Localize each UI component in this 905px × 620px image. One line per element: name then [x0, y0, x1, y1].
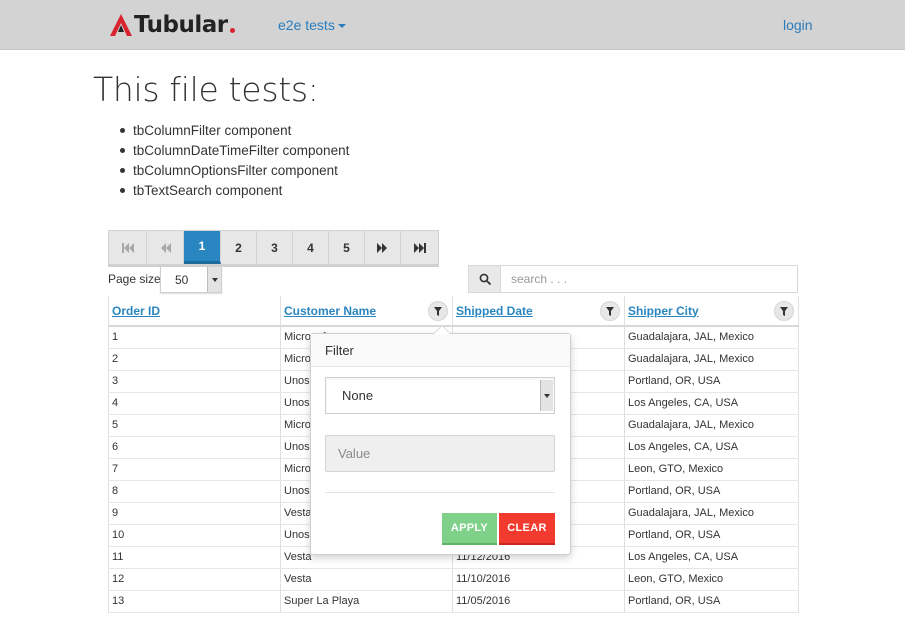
table-row: 13 Super La Playa 11/05/2016 Portland, OR, … [108, 590, 799, 613]
search-icon [479, 273, 491, 285]
page-size-dropdown-button[interactable] [207, 267, 221, 292]
table-cell: Portland, OR, USA [624, 480, 799, 503]
customer-name-filter-button[interactable] [428, 301, 448, 321]
table-cell: Guadalajara, JAL, Mexico [624, 348, 799, 371]
filter-operator-value: None [342, 388, 374, 403]
popover-title: Filter [311, 334, 570, 367]
first-page-icon [121, 242, 134, 253]
table-cell: Portland, OR, USA [624, 524, 799, 547]
chevron-down-icon [544, 393, 550, 398]
table-cell: 11 [108, 546, 281, 569]
filter-value-input[interactable] [325, 435, 555, 472]
table-cell: 3 [108, 370, 281, 393]
popover-arrow [433, 325, 451, 334]
table-cell: Los Angeles, CA, USA [624, 392, 799, 415]
column-header-shipper-city[interactable]: Shipper City [624, 296, 799, 327]
table-cell: Portland, OR, USA [624, 590, 799, 613]
last-page-icon [413, 242, 426, 253]
apply-button[interactable]: APPLY [442, 513, 497, 545]
filter-operator-dropdown-button[interactable] [540, 380, 553, 411]
column-header-customer-name[interactable]: Customer Name [280, 296, 453, 327]
e2e-tests-dropdown[interactable]: e2e tests [278, 17, 346, 33]
table-cell: Los Angeles, CA, USA [624, 436, 799, 459]
table-cell: 1 [108, 326, 281, 349]
table-cell: Guadalajara, JAL, Mexico [624, 326, 799, 349]
search-addon [469, 266, 501, 292]
column-header-shipped-date[interactable]: Shipped Date [452, 296, 625, 327]
brand-dot [229, 27, 235, 33]
login-link[interactable]: login [783, 17, 813, 33]
table-cell: Guadalajara, JAL, Mexico [624, 414, 799, 437]
previous-page-icon [161, 242, 171, 253]
table-cell: 11/10/2016 [452, 568, 625, 591]
page-size-value: 50 [175, 273, 189, 287]
search-input[interactable] [501, 266, 797, 292]
column-sort-link[interactable]: Shipper City [628, 304, 699, 318]
table-cell: Guadalajara, JAL, Mexico [624, 502, 799, 525]
next-page-icon [376, 242, 387, 253]
page-button-5[interactable]: 5 [329, 231, 365, 264]
list-item: tbTextSearch component [120, 181, 349, 201]
chevron-down-icon [211, 277, 218, 282]
filter-icon [780, 306, 788, 316]
table-cell: 9 [108, 502, 281, 525]
brand-name: Tubular [134, 12, 228, 38]
table-cell: 6 [108, 436, 281, 459]
page-title: This file tests: [93, 70, 319, 109]
column-header-order-id[interactable]: Order ID [108, 296, 281, 327]
filter-operator-select[interactable]: None [325, 377, 555, 414]
page-button-4[interactable]: 4 [293, 231, 329, 264]
page-button-2[interactable]: 2 [221, 231, 257, 264]
previous-page-button[interactable] [147, 231, 184, 264]
column-sort-link[interactable]: Order ID [112, 304, 160, 318]
caret-down-icon [337, 24, 346, 28]
clear-button[interactable]: CLEAR [499, 513, 555, 545]
table-cell: Los Angeles, CA, USA [624, 546, 799, 569]
page-button-1[interactable]: 1 [184, 231, 221, 264]
table-cell: Vesta [280, 568, 453, 591]
text-search [468, 265, 798, 293]
table-cell: 13 [108, 590, 281, 613]
table-row: 12 Vesta 11/10/2016 Leon, GTO, Mexico [108, 568, 799, 591]
shipper-city-filter-button[interactable] [774, 301, 794, 321]
table-cell: 4 [108, 392, 281, 415]
table-cell: Portland, OR, USA [624, 370, 799, 393]
table-cell: Super La Playa [280, 590, 453, 613]
page-size-label: Page size: [108, 272, 165, 286]
page-button-3[interactable]: 3 [257, 231, 293, 264]
tubular-logo-icon [110, 14, 132, 36]
table-header-row: Order ID Customer Name Shipped Date Ship… [108, 296, 799, 327]
table-cell: Leon, GTO, Mexico [624, 458, 799, 481]
e2e-tests-label: e2e tests [278, 17, 335, 33]
list-item: tbColumnFilter component [120, 121, 349, 141]
first-page-button[interactable] [109, 231, 147, 264]
tested-components-list: tbColumnFilter component tbColumnDateTim… [120, 121, 349, 201]
table-cell: Leon, GTO, Mexico [624, 568, 799, 591]
column-filter-popover: Filter None APPLY CLEAR [310, 325, 571, 555]
table-cell: 5 [108, 414, 281, 437]
list-item: tbColumnOptionsFilter component [120, 161, 349, 181]
shipped-date-filter-button[interactable] [600, 301, 620, 321]
table-cell: 12 [108, 568, 281, 591]
pager: 1 2 3 4 5 [108, 230, 439, 265]
table-cell: 8 [108, 480, 281, 503]
filter-icon [434, 306, 442, 316]
list-item: tbColumnDateTimeFilter component [120, 141, 349, 161]
next-page-button[interactable] [365, 231, 401, 264]
table-cell: 10 [108, 524, 281, 547]
page-size-select[interactable]: 50 [160, 266, 222, 293]
table-cell: 7 [108, 458, 281, 481]
column-sort-link[interactable]: Shipped Date [456, 304, 533, 318]
table-cell: 2 [108, 348, 281, 371]
divider [325, 492, 555, 493]
filter-icon [606, 306, 614, 316]
table-cell: 11/05/2016 [452, 590, 625, 613]
column-sort-link[interactable]: Customer Name [284, 304, 376, 318]
navbar: Tubular e2e tests login [0, 0, 905, 50]
brand-logo[interactable]: Tubular [109, 12, 235, 38]
last-page-button[interactable] [401, 231, 438, 264]
